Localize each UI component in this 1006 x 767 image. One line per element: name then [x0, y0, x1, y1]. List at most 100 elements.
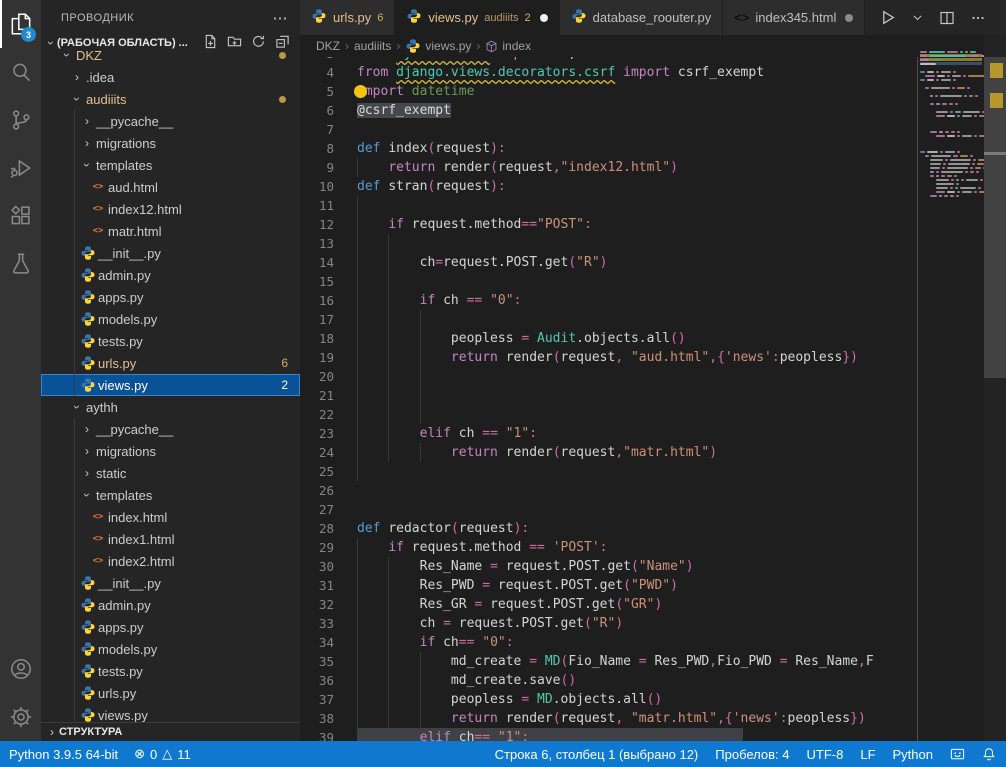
tree-item-models.py[interactable]: models.py [41, 308, 300, 330]
tree-item-admin.py[interactable]: admin.py [41, 594, 300, 616]
outline-section-header[interactable]: › СТРУКТУРА [41, 722, 300, 741]
tree-item-migrations[interactable]: ›migrations [41, 132, 300, 154]
code-line-24[interactable]: 24 return render(request,"matr.html") [300, 443, 918, 462]
tab-urls.py[interactable]: urls.py6 [300, 0, 395, 35]
tree-item-aud.html[interactable]: <>aud.html [41, 176, 300, 198]
code-line-29[interactable]: 29 if request.method == 'POST': [300, 538, 918, 557]
feedback-icon[interactable] [950, 747, 965, 762]
tree-item-views.py[interactable]: views.py [41, 704, 300, 723]
python-interpreter[interactable]: Python 3.9.5 64-bit [9, 747, 118, 762]
code-line-7[interactable]: 7 [300, 120, 918, 139]
lightbulb-icon[interactable] [354, 85, 367, 98]
tree-item-admin.py[interactable]: admin.py [41, 264, 300, 286]
tree-item-urls.py[interactable]: urls.py [41, 682, 300, 704]
encoding[interactable]: UTF-8 [807, 747, 844, 762]
workspace-section-header[interactable]: › (РАБОЧАЯ ОБЛАСТЬ) ... [41, 35, 300, 51]
tree-item-index12.html[interactable]: <>index12.html [41, 198, 300, 220]
code-line-8[interactable]: 8def index(request): [300, 139, 918, 158]
notifications-bell-icon[interactable] [982, 747, 996, 761]
activity-settings[interactable] [0, 693, 41, 741]
tree-item-templates[interactable]: ›templates [41, 154, 300, 176]
code-editor[interactable]: 3from aythh.models import MD,Audit4from … [300, 35, 918, 741]
tree-item-__pycache__[interactable]: ›__pycache__ [41, 418, 300, 440]
cursor-position[interactable]: Строка 6, столбец 1 (выбрано 12) [495, 747, 699, 762]
code-line-10[interactable]: 10def stran(request): [300, 177, 918, 196]
code-line-32[interactable]: 32 Res_GR = request.POST.get("GR") [300, 595, 918, 614]
refresh-icon[interactable] [251, 34, 266, 52]
code-line-34[interactable]: 34 if ch== "0": [300, 633, 918, 652]
tree-item-static[interactable]: ›static [41, 462, 300, 484]
tree-item-__init__.py[interactable]: __init__.py [41, 242, 300, 264]
tree-item-audiiits[interactable]: ›audiiits [41, 88, 300, 110]
tree-item-templates[interactable]: ›templates [41, 484, 300, 506]
code-line-25[interactable]: 25 [300, 462, 918, 481]
activity-search[interactable] [0, 48, 41, 96]
new-folder-icon[interactable] [227, 34, 242, 52]
tab-index345.html[interactable]: <>index345.html [723, 0, 865, 35]
tree-item-apps.py[interactable]: apps.py [41, 616, 300, 638]
more-actions-icon[interactable] [970, 10, 986, 26]
tree-item-index2.html[interactable]: <>index2.html [41, 550, 300, 572]
tree-item-__init__.py[interactable]: __init__.py [41, 572, 300, 594]
code-line-23[interactable]: 23 elif ch == "1": [300, 424, 918, 443]
code-line-21[interactable]: 21 [300, 386, 918, 405]
tree-item-models.py[interactable]: models.py [41, 638, 300, 660]
code-line-38[interactable]: 38 return render(request, "matr.html",{'… [300, 709, 918, 728]
tree-item-index1.html[interactable]: <>index1.html [41, 528, 300, 550]
code-line-22[interactable]: 22 [300, 405, 918, 424]
tab-views.py[interactable]: views.pyaudiiits2 [395, 0, 559, 35]
activity-testing[interactable] [0, 240, 41, 288]
activity-extensions[interactable] [0, 192, 41, 240]
code-line-18[interactable]: 18 peopless = Audit.objects.all() [300, 329, 918, 348]
new-file-icon[interactable] [203, 34, 218, 52]
code-line-15[interactable]: 15 [300, 272, 918, 291]
code-line-14[interactable]: 14 ch=request.POST.get("R") [300, 253, 918, 272]
code-line-4[interactable]: 4from django.views.decorators.csrf impor… [300, 63, 918, 82]
problems-indicator[interactable]: ⊗ 0 △ 11 [134, 746, 191, 762]
breadcrumb-item-index[interactable]: index [485, 39, 531, 53]
tab-database_roouter.py[interactable]: database_roouter.py [560, 0, 724, 35]
tree-item-apps.py[interactable]: apps.py [41, 286, 300, 308]
code-line-30[interactable]: 30 Res_Name = request.POST.get("Name") [300, 557, 918, 576]
tree-item-tests.py[interactable]: tests.py [41, 330, 300, 352]
code-line-31[interactable]: 31 Res_PWD = request.POST.get("PWD") [300, 576, 918, 595]
code-line-33[interactable]: 33 ch = request.POST.get("R") [300, 614, 918, 633]
code-line-27[interactable]: 27 [300, 500, 918, 519]
indentation[interactable]: Пробелов: 4 [715, 747, 789, 762]
run-python-file-icon[interactable] [879, 9, 896, 26]
tree-item-tests.py[interactable]: tests.py [41, 660, 300, 682]
eol-sequence[interactable]: LF [860, 747, 875, 762]
code-line-16[interactable]: 16 if ch == "0": [300, 291, 918, 310]
code-line-20[interactable]: 20 [300, 367, 918, 386]
tree-item-index.html[interactable]: <>index.html [41, 506, 300, 528]
tree-item-views.py[interactable]: views.py2 [41, 374, 300, 396]
collapse-all-icon[interactable] [275, 34, 290, 52]
tree-item-urls.py[interactable]: urls.py6 [41, 352, 300, 374]
code-line-19[interactable]: 19 return render(request, "aud.html",{'n… [300, 348, 918, 367]
activity-explorer[interactable]: 3 [0, 0, 41, 48]
code-line-5[interactable]: 5import datetime [300, 82, 918, 101]
run-dropdown-icon[interactable] [911, 11, 924, 24]
activity-source-control[interactable] [0, 96, 41, 144]
breadcrumb-item-audiiits[interactable]: audiiits [354, 39, 391, 53]
tree-item-matr.html[interactable]: <>matr.html [41, 220, 300, 242]
tree-item-migrations[interactable]: ›migrations [41, 440, 300, 462]
code-line-35[interactable]: 35 md_create = MD(Fio_Name = Res_PWD,Fio… [300, 652, 918, 671]
tree-item-__pycache__[interactable]: ›__pycache__ [41, 110, 300, 132]
scrollbar[interactable] [984, 35, 1006, 741]
tree-item-aythh[interactable]: ›aythh [41, 396, 300, 418]
minimap[interactable] [917, 35, 984, 741]
code-line-28[interactable]: 28def redactor(request): [300, 519, 918, 538]
split-editor-icon[interactable] [939, 10, 955, 26]
code-line-9[interactable]: 9 return render(request,"index12.html") [300, 158, 918, 177]
code-line-39[interactable]: 39 elif ch== "1": [300, 728, 918, 741]
code-line-37[interactable]: 37 peopless = MD.objects.all() [300, 690, 918, 709]
breadcrumb-item-DKZ[interactable]: DKZ [316, 39, 340, 53]
code-line-17[interactable]: 17 [300, 310, 918, 329]
more-actions-icon[interactable]: ⋯ [273, 9, 289, 27]
code-line-13[interactable]: 13 [300, 234, 918, 253]
language-mode[interactable]: Python [893, 747, 933, 762]
breadcrumb-item-views.py[interactable]: views.py [405, 38, 471, 54]
activity-account[interactable] [0, 645, 41, 693]
tree-item-DKZ[interactable]: ›DKZ [41, 51, 300, 66]
